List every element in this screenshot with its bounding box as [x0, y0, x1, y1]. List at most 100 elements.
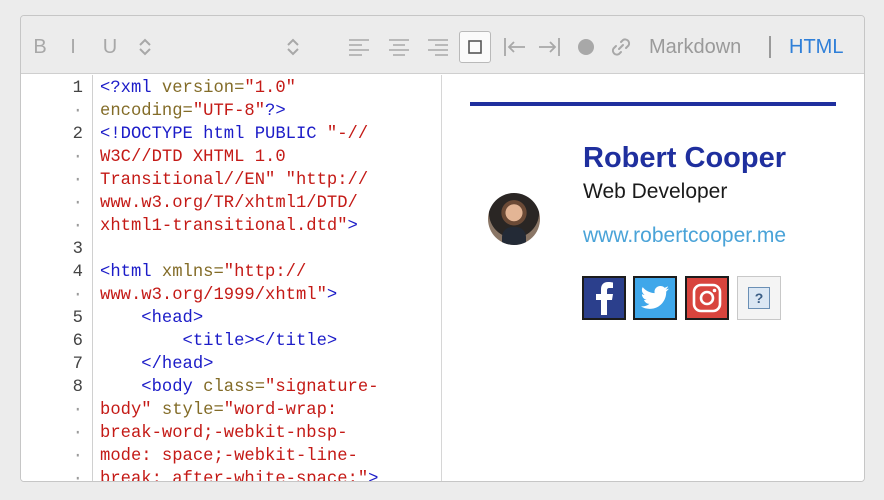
code-line[interactable]: Transitional//EN" "http:// [100, 169, 368, 192]
border-box-button[interactable] [459, 31, 491, 63]
code-line[interactable]: break-word;-webkit-nbsp- [100, 422, 348, 445]
code-token: "-// [326, 125, 369, 144]
code-token: <head> [100, 309, 204, 328]
indent-icon [539, 38, 560, 56]
align-left-icon [349, 39, 369, 56]
broken-image-link[interactable]: ? [737, 276, 781, 320]
code-line[interactable]: encoding="UTF-8"?> [100, 100, 286, 123]
code-token: Transitional//EN" "http:// [100, 171, 369, 190]
italic-button[interactable]: I [65, 33, 81, 61]
code-token: break: after-white-space;" [100, 470, 369, 482]
up-down-chevron-icon [287, 38, 299, 56]
font-family-stepper[interactable] [135, 33, 155, 61]
line-number: · [72, 286, 83, 305]
signature-website-link[interactable]: www.robertcooper.me [583, 224, 786, 248]
align-right-icon [428, 39, 448, 56]
format-toolbar: B I U Markdown HTML [21, 16, 864, 74]
code-line[interactable]: body" style="word-wrap: [100, 399, 337, 422]
code-token: > [326, 286, 338, 305]
align-left-button[interactable] [347, 33, 371, 61]
code-token: www.w3.org/1999/xhtml" [100, 286, 327, 305]
code-line[interactable]: <body class="signature- [100, 376, 379, 399]
code-token: "UTF-8" [192, 102, 266, 121]
code-token: class= [203, 378, 266, 397]
markdown-mode-button[interactable]: Markdown [649, 33, 741, 61]
square-outline-icon [468, 40, 482, 54]
line-number: · [72, 401, 83, 420]
code-token: "1.0" [244, 79, 296, 98]
code-token: W3C//DTD XHTML 1.0 [100, 148, 286, 167]
line-number: · [72, 148, 83, 167]
code-token: <!DOCTYPE html PUBLIC [100, 125, 327, 144]
font-size-stepper[interactable] [283, 33, 303, 61]
align-center-button[interactable] [387, 33, 411, 61]
signature-top-rule [470, 102, 836, 106]
line-number: · [72, 424, 83, 443]
line-number: 1 [72, 79, 83, 98]
line-number: 2 [72, 125, 83, 144]
code-line[interactable]: W3C//DTD XHTML 1.0 [100, 146, 286, 169]
line-number: · [72, 171, 83, 190]
code-token: mode: space;-webkit-line- [100, 447, 358, 466]
gutter-divider [92, 75, 93, 481]
signature-editor-window: B I U Markdown HTML 1 · 2 · · · · 3 4 · … [20, 15, 865, 482]
avatar [488, 193, 540, 245]
code-token: "signature- [265, 378, 379, 397]
insert-link-button[interactable] [609, 33, 633, 61]
code-token: version= [161, 79, 245, 98]
line-number: 8 [72, 378, 83, 397]
mode-separator [769, 36, 771, 58]
code-token: ?> [265, 102, 286, 121]
circle-dot-icon [578, 39, 594, 55]
align-right-button[interactable] [426, 33, 450, 61]
code-token: <?xml [100, 79, 162, 98]
html-code-editor[interactable]: 1 · 2 · · · · 3 4 · 5 6 7 8 · · · · <?xml version="1.0" en… [21, 75, 442, 482]
facebook-link[interactable] [582, 276, 626, 320]
line-number: 5 [72, 309, 83, 328]
signature-preview: Robert Cooper Web Developer www.robertco… [443, 75, 864, 481]
line-number: 7 [72, 355, 83, 374]
code-line[interactable]: mode: space;-webkit-line- [100, 445, 358, 468]
code-token: <html [100, 263, 162, 282]
underline-button[interactable]: U [99, 33, 121, 61]
indent-button[interactable] [537, 33, 561, 61]
twitter-icon [640, 286, 669, 309]
line-number: · [72, 217, 83, 236]
code-line[interactable]: <head> [100, 307, 203, 330]
code-line[interactable]: break: after-white-space;"> [100, 468, 379, 482]
code-line[interactable]: www.w3.org/TR/xhtml1/DTD/ [100, 192, 358, 215]
code-token: xmlns= [161, 263, 224, 282]
line-number: 4 [72, 263, 83, 282]
facebook-icon [596, 282, 613, 315]
code-token: > [347, 217, 358, 236]
code-line[interactable]: <title></title> [100, 330, 338, 353]
color-button[interactable] [575, 33, 597, 61]
code-token: body" [100, 401, 162, 420]
code-line[interactable]: </head> [100, 353, 213, 376]
outdent-icon [504, 38, 525, 56]
bold-button[interactable]: B [29, 33, 51, 61]
twitter-link[interactable] [633, 276, 677, 320]
link-icon [611, 38, 631, 56]
code-line[interactable]: <!DOCTYPE html PUBLIC "-// [100, 123, 368, 146]
code-token: </head> [100, 355, 214, 374]
line-number: · [72, 102, 83, 121]
instagram-link[interactable] [685, 276, 729, 320]
code-line[interactable]: xhtml1-transitional.dtd"> [100, 215, 358, 238]
code-token: style= [161, 401, 224, 420]
line-number-gutter: 1 · 2 · · · · 3 4 · 5 6 7 8 · · · · [21, 75, 89, 481]
signature-role: Web Developer [583, 180, 728, 203]
up-down-chevron-icon [139, 38, 151, 56]
code-token: <title></title> [100, 332, 338, 351]
code-token: "word-wrap: [223, 401, 338, 420]
code-line[interactable]: www.w3.org/1999/xhtml"> [100, 284, 337, 307]
instagram-icon [692, 283, 722, 313]
code-token: encoding= [100, 102, 193, 121]
code-line[interactable]: <?xml version="1.0" [100, 77, 296, 100]
code-token: www.w3.org/TR/xhtml1/DTD/ [100, 194, 358, 213]
code-line[interactable]: <html xmlns="http:// [100, 261, 306, 284]
unknown-image-icon: ? [748, 287, 770, 309]
html-mode-button[interactable]: HTML [789, 33, 843, 61]
line-number: · [72, 194, 83, 213]
outdent-button[interactable] [503, 33, 527, 61]
